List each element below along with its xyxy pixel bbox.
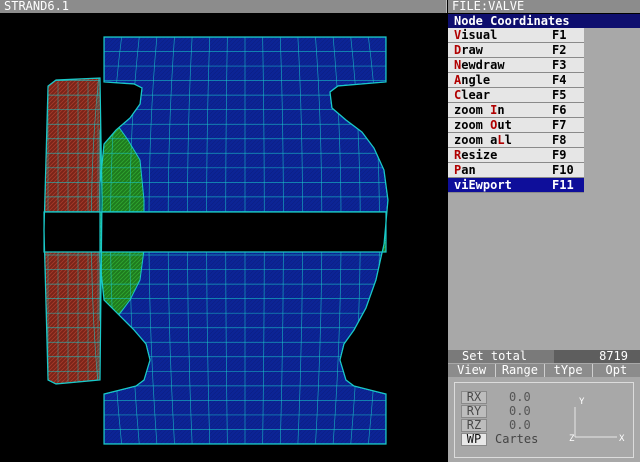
ry-value: 0.0 [509,404,531,418]
menu-item-label: zoom aLl [454,133,512,147]
rotation-row-rx: RX 0.0 [461,391,531,404]
rz-value: 0.0 [509,418,531,432]
file-name: FILE:VALVE [452,0,525,13]
menu-shortcut: F2 [552,43,567,57]
menu-item-clear[interactable]: Clear F5 [448,88,584,103]
menu-item-label: Clear [454,88,491,102]
menu-shortcut: F8 [552,133,567,147]
axis-triad-icon: Y Z X [569,397,625,444]
set-total-bar: Set total 8719 [448,350,640,363]
menu-item-label: zoom In [454,103,505,117]
menu-shortcut: F1 [552,28,567,42]
menu-item-pan[interactable]: Pan F10 [448,163,584,178]
menu-shortcut: F3 [552,58,567,72]
rx-value: 0.0 [509,390,531,404]
wp-value: Cartes [495,432,539,446]
view-title-bar: STRAND6.1 [0,0,447,13]
axis-x-label: X [619,434,625,444]
menu-shortcut: F9 [552,148,567,162]
rotation-row-rz: RZ 0.0 [461,419,531,432]
mesh-layer [0,14,447,462]
axis-z-label: Z [569,434,575,444]
control-panel: Node Coordinates Visual F1 Draw F2 Newdraw F3… [448,14,640,462]
command-menu: Visual F1 Draw F2 Newdraw F3 Angle F4 Clear F5 zoo… [448,28,584,193]
view-rotation-box: RX 0.0 RY 0.0 RZ 0.0 WP Cartes Y Z X [454,382,634,458]
menu-shortcut: F11 [552,178,574,192]
menu-item-label: viEwport [454,178,512,192]
menu-item-label: Pan [454,163,476,177]
menu-shortcut: F5 [552,88,567,102]
set-total-label: Set total [462,349,528,363]
menu-item-draw[interactable]: Draw F2 [448,43,584,58]
tab-range[interactable]: Range [496,364,545,377]
ry-button[interactable]: RY [461,405,487,418]
menu-item-zoomin[interactable]: zoom In F6 [448,103,584,118]
menu-item-zoomout[interactable]: zoom Out F7 [448,118,584,133]
menu-item-label: Angle [454,73,491,87]
menu-shortcut: F6 [552,103,567,117]
menu-item-newdraw[interactable]: Newdraw F3 [448,58,584,73]
valve-mesh-drawing [0,14,447,462]
menu-item-label: Newdraw [454,58,505,72]
rz-button[interactable]: RZ [461,419,487,432]
tab-view[interactable]: View [448,364,497,377]
menu-hotkey: L [497,133,505,147]
rx-button[interactable]: RX [461,391,487,404]
menu-item-label: Draw [454,43,483,57]
menu-item-label: Resize [454,148,498,162]
menu-shortcut: F7 [552,118,567,132]
menu-item-viewport[interactable]: viEwport F11 [448,178,584,193]
tab-type[interactable]: tYpe [544,364,593,377]
panel-tabs: View Range tYpe Opt [448,364,640,377]
menu-shortcut: F4 [552,73,567,87]
workplane-row: WP Cartes [461,433,538,446]
menu-header: Node Coordinates [448,14,640,28]
model-viewport[interactable] [0,14,447,462]
rotation-row-ry: RY 0.0 [461,405,531,418]
menu-item-label: Visual [454,28,498,42]
tab-opt[interactable]: Opt [592,364,640,377]
file-title-bar: FILE:VALVE [448,0,640,13]
menu-item-zoom-all[interactable]: zoom aLl F8 [448,133,584,148]
menu-item-resize[interactable]: Resize F9 [448,148,584,163]
app-title: STRAND6.1 [4,0,70,13]
menu-shortcut: F10 [552,163,574,177]
axis-y-label: Y [579,397,585,407]
menu-item-angle[interactable]: Angle F4 [448,73,584,88]
menu-item-label: zoom Out [454,118,512,132]
set-total-value: 8719 [554,350,640,363]
wp-button[interactable]: WP [461,433,487,446]
menu-item-visual[interactable]: Visual F1 [448,28,584,43]
